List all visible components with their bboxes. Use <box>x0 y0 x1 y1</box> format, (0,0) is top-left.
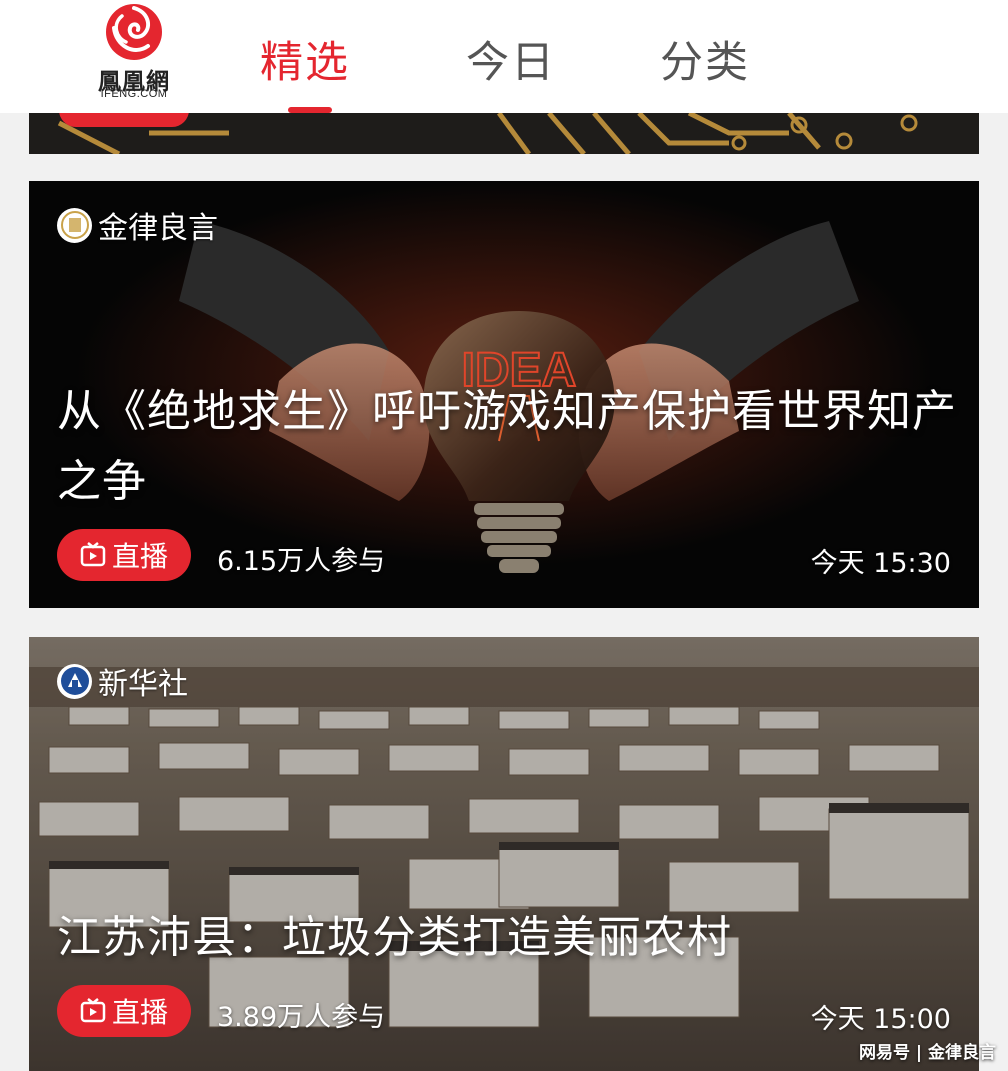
start-time: 今天 15:30 <box>810 548 951 579</box>
xinhua-avatar-icon <box>57 663 92 699</box>
active-tab-indicator <box>288 107 332 113</box>
participant-count: 6.15万人参与 <box>217 546 386 577</box>
card-source[interactable]: 新华社 <box>57 662 188 702</box>
logo-english-text: IFENG.COM <box>100 88 168 100</box>
live-button-partial[interactable] <box>59 113 189 127</box>
source-name: 金律良言 <box>98 211 218 246</box>
watermark-text: 网易号 | 金律良言 <box>858 1043 996 1063</box>
live-card[interactable]: IDEA 金律良言 从《绝地求生》呼吁游戏知产保护看世界知产之争 直播 6.15… <box>29 181 979 608</box>
card-title[interactable]: 从《绝地求生》呼吁游戏知产保护看世界知产之争 <box>57 377 957 517</box>
card-title[interactable]: 江苏沛县：垃圾分类打造美丽农村 <box>57 903 957 973</box>
live-label: 直播 <box>111 540 168 573</box>
card-source[interactable]: 金律良言 <box>57 206 218 246</box>
participant-count: 3.89万人参与 <box>217 1002 386 1033</box>
ifeng-logo[interactable]: 鳳凰網 IFENG.COM <box>86 2 182 102</box>
tab-categories[interactable]: 分类 <box>660 28 750 90</box>
live-button[interactable]: 直播 <box>57 529 191 581</box>
live-card[interactable]: 新华社 江苏沛县：垃圾分类打造美丽农村 直播 3.89万人参与 今天 15:00 <box>29 637 979 1071</box>
tab-featured[interactable]: 精选 <box>260 28 350 90</box>
live-play-icon <box>80 998 106 1023</box>
live-play-icon <box>80 542 106 567</box>
top-nav-bar: 鳳凰網 IFENG.COM 精选 今日 分类 <box>0 0 1008 113</box>
live-button[interactable]: 直播 <box>57 985 191 1037</box>
tab-today[interactable]: 今日 <box>466 28 556 90</box>
live-label: 直播 <box>111 996 168 1029</box>
previous-card-partial[interactable] <box>29 113 979 154</box>
phoenix-logo-icon <box>106 4 162 60</box>
start-time: 今天 15:00 <box>810 1004 951 1035</box>
source-name: 新华社 <box>98 667 188 702</box>
jinlv-avatar-icon <box>57 207 92 243</box>
